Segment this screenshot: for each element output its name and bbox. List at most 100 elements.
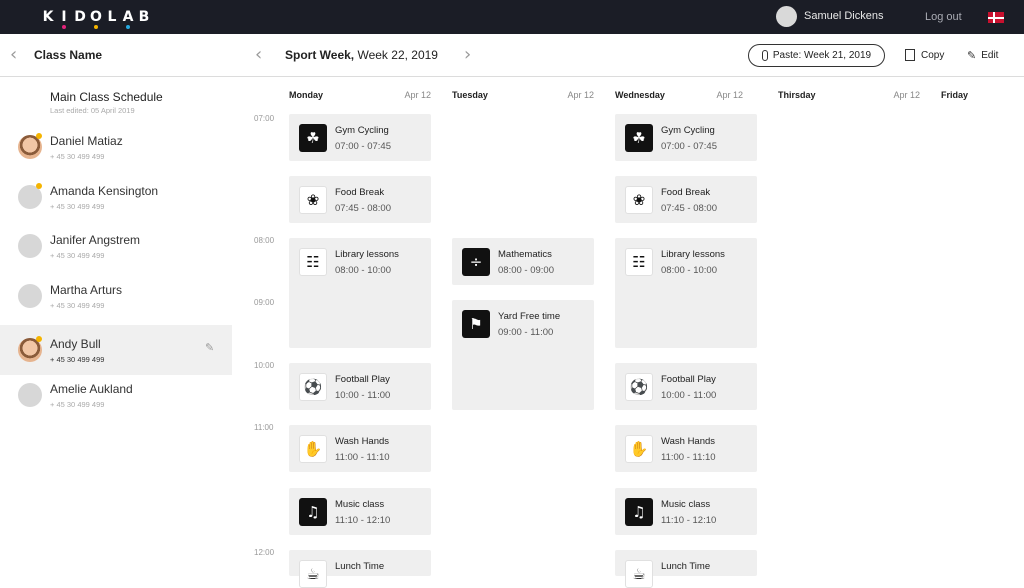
child-item-janifer[interactable]: Janifer Angstrem + 45 30 499 499 [0,221,232,271]
event-card[interactable]: ⚽ Football Play 10:00 - 11:00 [289,363,431,410]
event-name: Yard Free time [498,311,561,322]
logo-letter: D [74,9,86,25]
event-time: 11:00 - 11:10 [335,452,390,463]
week-title: Sport Week, Week 22, 2019 [285,48,438,62]
kidolab-logo[interactable]: K I D O L A B [40,9,152,29]
time-label: 11:00 [254,423,274,432]
event-name: Football Play [335,374,390,385]
week-title-bold: Sport Week, [285,48,355,62]
edit-child-pencil-icon[interactable]: ✎ [205,341,214,354]
time-label: 07:00 [254,114,275,123]
logo-letter: A [120,9,136,29]
event-card[interactable]: ✋ Wash Hands 11:00 - 11:10 [289,425,431,472]
day-name: Wednesday [615,90,665,100]
child-name: Andy Bull [50,337,101,351]
football-icon: ⚽ [299,373,327,401]
day-name: Monday [289,90,324,100]
event-time: 07:45 - 08:00 [661,203,717,214]
event-name: Wash Hands [661,436,716,447]
child-item-daniel[interactable]: Daniel Matiaz + 45 30 499 499 [0,122,232,172]
event-time: 07:45 - 08:00 [335,203,391,214]
event-name: Wash Hands [335,436,390,447]
event-time: 11:10 - 12:10 [661,515,717,526]
logo-letter: L [107,9,117,25]
child-name: Janifer Angstrem [50,233,141,247]
event-name: Gym Cycling [335,125,389,136]
event-time: 08:00 - 09:00 [498,265,554,276]
logout-link[interactable]: Log out [925,11,962,23]
event-card[interactable]: ☕ Lunch Time [615,550,757,588]
day-name: Tuesday [452,90,488,100]
main-class-schedule-item[interactable]: Main Class Schedule Last edited: 05 Apri… [50,90,163,115]
paste-week-button[interactable]: Paste: Week 21, 2019 [748,44,885,67]
edit-button[interactable]: ✎ Edit [967,49,998,62]
chevron-left-icon[interactable]: ‹ [10,44,17,65]
day-date: Apr 12 [893,90,920,100]
child-phone: + 45 30 499 499 [50,400,105,409]
child-phone: + 45 30 499 499 [50,251,105,260]
event-card[interactable]: ☷ Library lessons 08:00 - 10:00 [289,238,431,348]
event-time: 08:00 - 10:00 [335,265,391,276]
status-badge [36,183,42,189]
event-card[interactable]: ÷ Mathematics 08:00 - 09:00 [452,238,594,285]
event-card[interactable]: ⚑ Yard Free time 09:00 - 11:00 [452,300,594,410]
copy-button[interactable]: Copy [905,49,944,61]
logo-letter: O [88,9,104,29]
food-icon: ❀ [299,186,327,214]
logo-letter: K [42,9,54,25]
event-card[interactable]: ☘ Gym Cycling 07:00 - 07:45 [615,114,757,161]
child-item-amanda[interactable]: Amanda Kensington + 45 30 499 499 [0,172,232,222]
time-label: 10:00 [254,361,275,370]
event-time: 11:00 - 11:10 [661,452,716,463]
event-name: Food Break [335,187,385,198]
paperclip-icon [761,50,768,61]
event-card[interactable]: ❀ Food Break 07:45 - 08:00 [289,176,431,223]
child-item-amelie[interactable]: Amelie Aukland + 45 30 499 499 [0,370,232,420]
cycling-icon: ☘ [625,124,653,152]
pencil-icon: ✎ [967,49,977,62]
wash-hands-icon: ✋ [625,435,653,463]
danish-flag-icon[interactable] [988,12,1004,23]
event-card[interactable]: ☕ Lunch Time [289,550,431,588]
event-card[interactable]: ☘ Gym Cycling 07:00 - 07:45 [289,114,431,161]
music-icon: ♫ [299,498,327,526]
event-card[interactable]: ☷ Library lessons 08:00 - 10:00 [615,238,757,348]
next-week-chevron-icon[interactable]: › [464,44,471,65]
top-bar: K I D O L A B Samuel Dickens Log out [0,0,1024,34]
day-date: Apr 12 [567,90,594,100]
wash-hands-icon: ✋ [299,435,327,463]
event-time: 10:00 - 11:00 [661,390,717,401]
class-name-title: Class Name [34,48,103,62]
user-name[interactable]: Samuel Dickens [804,10,883,22]
child-item-andy[interactable]: Andy Bull + 45 30 499 499 ✎ [0,325,232,375]
child-name: Martha Arturs [50,283,123,297]
user-avatar[interactable] [776,6,797,27]
schedule-toolbar: ‹ Class Name ‹ Sport Week, Week 22, 2019… [0,34,1024,77]
child-name: Amanda Kensington [50,184,159,198]
copy-label: Copy [921,49,945,61]
edit-label: Edit [981,50,999,61]
event-card[interactable]: ♫ Music class 11:10 - 12:10 [615,488,757,535]
logo-letter: B [138,9,150,25]
event-card[interactable]: ♫ Music class 11:10 - 12:10 [289,488,431,535]
music-icon: ♫ [625,498,653,526]
event-name: Music class [661,499,711,510]
prev-week-chevron-icon[interactable]: ‹ [255,44,262,65]
child-item-martha[interactable]: Martha Arturs + 45 30 499 499 [0,271,232,321]
event-time: 10:00 - 11:00 [335,390,391,401]
children-sidebar: Main Class Schedule Last edited: 05 Apri… [0,78,232,576]
day-date: Apr 12 [716,90,743,100]
event-name: Food Break [661,187,711,198]
event-time: 09:00 - 11:00 [498,327,554,338]
status-badge [36,336,42,342]
logo-letter: I [56,9,72,29]
week-title-rest: Week 22, 2019 [354,48,438,62]
library-icon: ☷ [299,248,327,276]
avatar [18,383,42,407]
child-phone: + 45 30 499 499 [50,152,105,161]
event-card[interactable]: ✋ Wash Hands 11:00 - 11:10 [615,425,757,472]
event-card[interactable]: ❀ Food Break 07:45 - 08:00 [615,176,757,223]
event-name: Lunch Time [335,561,385,572]
event-card[interactable]: ⚽ Football Play 10:00 - 11:00 [615,363,757,410]
food-icon: ❀ [625,186,653,214]
